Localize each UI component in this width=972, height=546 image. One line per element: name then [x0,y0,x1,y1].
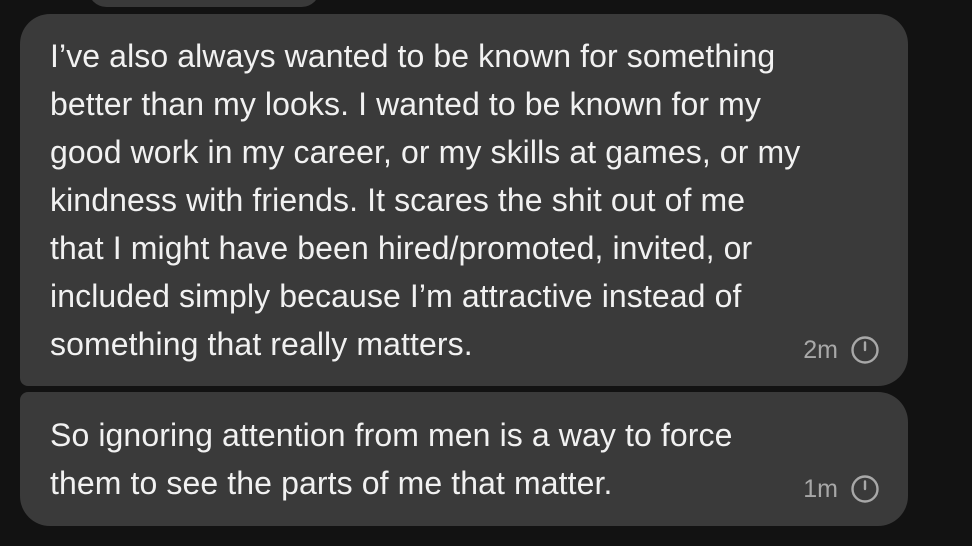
message-bubble[interactable]: So ignoring attention from men is a way … [20,392,908,526]
message-text: So ignoring attention from men is a way … [50,417,733,501]
message-meta: 1m [803,474,880,504]
message-meta: 2m [803,335,880,365]
previous-message-bubble [88,0,320,7]
message-bubble[interactable]: I’ve also always wanted to be known for … [20,14,908,386]
message-timestamp: 1m [803,474,838,503]
clock-icon [851,475,879,503]
clock-icon [851,336,879,364]
message-text: I’ve also always wanted to be known for … [50,38,801,362]
message-timestamp: 2m [803,335,838,364]
